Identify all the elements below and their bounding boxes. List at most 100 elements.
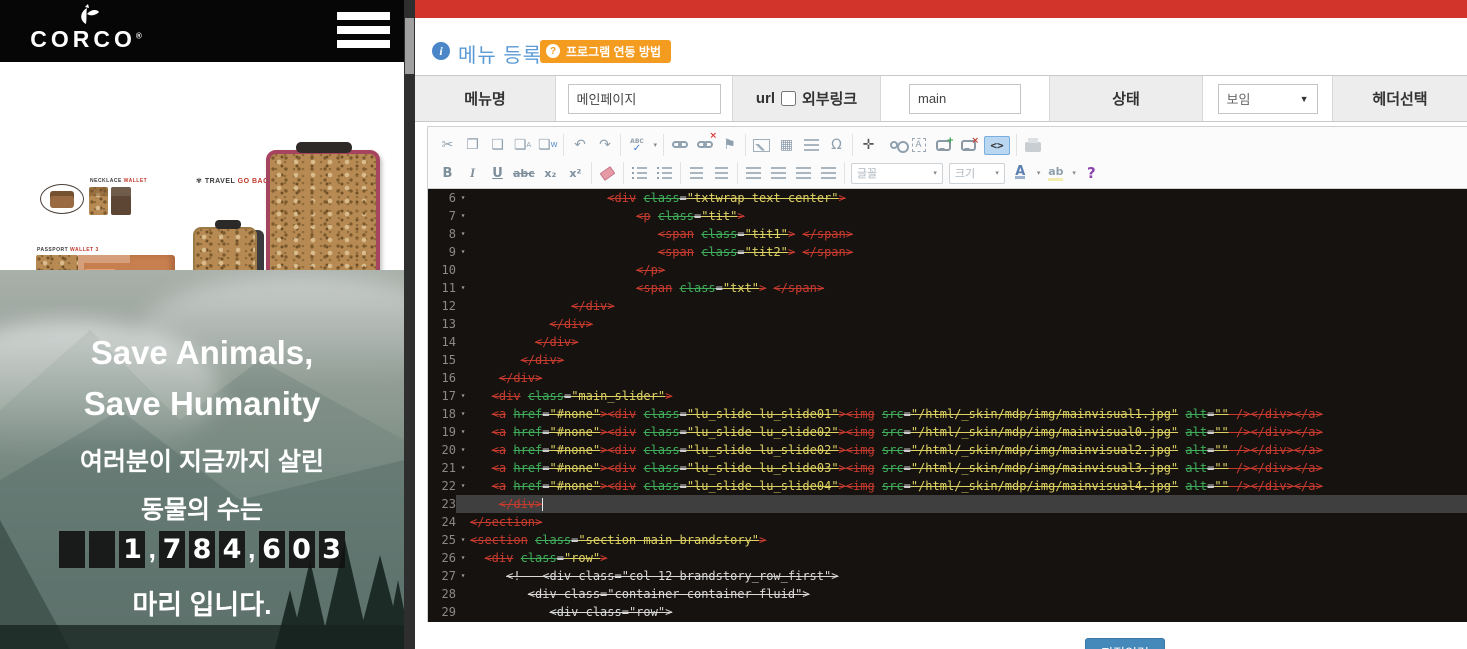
status-select[interactable]: 보임 ▼ [1218, 84, 1318, 114]
code-line-9[interactable]: 9▾ <span class="tit2"> </span> [428, 243, 1467, 261]
code-line-25[interactable]: 25▾<section class="section-main-brandsto… [428, 531, 1467, 549]
code-line-6[interactable]: 6▾ <div class="txtwrap text-center"> [428, 189, 1467, 207]
font-family-dropdown[interactable]: 글꼴▾ [851, 163, 943, 184]
code-fold-icon[interactable]: ▾ [456, 279, 470, 297]
code-line-23[interactable]: 23 </div> [428, 495, 1467, 513]
select-all-icon[interactable]: A [909, 136, 928, 155]
code-line-22[interactable]: 22▾ <a href="#none"><div class="lu_slide… [428, 477, 1467, 495]
special-char-icon[interactable]: Ω [827, 136, 846, 155]
redo-icon[interactable]: ↷ [595, 136, 614, 155]
link-icon[interactable] [670, 136, 689, 155]
code-line-26[interactable]: 26▾ <div class="row"> [428, 549, 1467, 567]
code-line-7[interactable]: 7▾ <p class="tit"> [428, 207, 1467, 225]
code-line-11[interactable]: 11▾ <span class="txt"> </span> [428, 279, 1467, 297]
spellcheck-icon[interactable]: ABC ✓ [627, 136, 646, 155]
code-fold-spacer [456, 495, 470, 513]
info-icon: i [432, 42, 450, 60]
add-comment-icon[interactable]: + [934, 136, 953, 155]
code-line-28[interactable]: 28 <div class="container container-fluid… [428, 585, 1467, 603]
menu-name-input[interactable] [568, 84, 721, 114]
maximize-icon[interactable]: ✛ [859, 136, 878, 155]
strikethrough-icon[interactable]: abc [513, 164, 535, 183]
code-fold-icon[interactable]: ▾ [456, 225, 470, 243]
print-icon[interactable] [1023, 136, 1042, 155]
source-code-area[interactable]: 6▾ <div class="txtwrap text-center">7▾ <… [428, 189, 1467, 622]
external-link-checkbox[interactable] [781, 91, 796, 106]
code-line-29[interactable]: 29 <div class="row"> [428, 603, 1467, 621]
subscript-icon[interactable]: x₂ [541, 164, 560, 183]
code-fold-icon[interactable]: ▾ [456, 189, 470, 207]
numbered-list-icon[interactable] [630, 164, 649, 183]
text-color-icon[interactable]: A [1011, 164, 1030, 183]
code-line-15[interactable]: 15 </div> [428, 351, 1467, 369]
code-line-18[interactable]: 18▾ <a href="#none"><div class="lu_slide… [428, 405, 1467, 423]
copy-icon[interactable]: ❐ [463, 136, 482, 155]
paste-icon[interactable]: ❏ [488, 136, 507, 155]
unlink-icon[interactable]: × [695, 136, 714, 155]
remove-comment-icon[interactable]: × [959, 136, 978, 155]
code-fold-icon[interactable]: ▾ [456, 405, 470, 423]
italic-icon[interactable]: I [463, 164, 482, 183]
align-right-icon[interactable] [794, 164, 813, 183]
table-icon[interactable]: ▦ [777, 136, 796, 155]
preview-scrollbar[interactable] [404, 0, 415, 649]
code-fold-icon[interactable]: ▾ [456, 459, 470, 477]
code-fold-icon[interactable]: ▾ [456, 477, 470, 495]
product-carousel-slide[interactable]: NECKLACE WALLET ✾ TRAVEL GO BAG PASSPORT… [0, 62, 404, 270]
find-replace-icon[interactable] [884, 136, 903, 155]
code-fold-icon[interactable]: ▾ [456, 567, 470, 585]
underline-icon[interactable]: U [488, 164, 507, 183]
spellcheck-caret-icon[interactable]: ▾ [653, 141, 657, 149]
code-text: <div class="row"> [470, 549, 1467, 567]
highlight-caret-icon[interactable]: ▾ [1072, 169, 1076, 177]
code-fold-icon[interactable]: ▾ [456, 243, 470, 261]
anchor-flag-icon[interactable]: ⚑ [720, 136, 739, 155]
bold-icon[interactable]: B [438, 164, 457, 183]
cut-icon[interactable]: ✂ [438, 136, 457, 155]
scrollbar-thumb[interactable] [405, 18, 414, 74]
code-line-17[interactable]: 17▾ <div class="main_slider"> [428, 387, 1467, 405]
code-fold-icon[interactable]: ▾ [456, 423, 470, 441]
code-line-21[interactable]: 21▾ <a href="#none"><div class="lu_slide… [428, 459, 1467, 477]
align-justify-icon[interactable] [819, 164, 838, 183]
code-fold-icon[interactable]: ▾ [456, 441, 470, 459]
code-line-10[interactable]: 10 </p> [428, 261, 1467, 279]
code-line-14[interactable]: 14 </div> [428, 333, 1467, 351]
paste-word-icon[interactable]: ❏W [538, 136, 557, 155]
image-icon[interactable] [752, 136, 771, 155]
indent-icon[interactable] [712, 164, 731, 183]
about-help-icon[interactable]: ? [1082, 164, 1101, 183]
code-line-8[interactable]: 8▾ <span class="tit1"> </span> [428, 225, 1467, 243]
url-input[interactable] [909, 84, 1021, 114]
code-fold-icon[interactable]: ▾ [456, 207, 470, 225]
source-button[interactable]: <> [984, 136, 1010, 155]
code-fold-icon[interactable]: ▾ [456, 531, 470, 549]
font-size-dropdown[interactable]: 크기▾ [949, 163, 1005, 184]
program-link-help-button[interactable]: ? 프로그램 연동 방법 [540, 40, 671, 63]
undo-icon[interactable]: ↶ [570, 136, 589, 155]
code-line-30[interactable]: 30 <div class="col-12 col-xl-7 brandstor… [428, 621, 1467, 622]
code-text: <div class="txtwrap text-center"> [470, 189, 1467, 207]
code-fold-icon[interactable]: ▾ [456, 549, 470, 567]
code-line-27[interactable]: 27▾ <!-- <div class="col-12 brandstory_r… [428, 567, 1467, 585]
direct-input-button[interactable]: 직접입력 [1085, 638, 1165, 649]
brand-logo[interactable]: CORCO® [26, 4, 146, 58]
highlight-color-icon[interactable]: ab [1046, 164, 1065, 183]
code-line-20[interactable]: 20▾ <a href="#none"><div class="lu_slide… [428, 441, 1467, 459]
superscript-icon[interactable]: x² [566, 164, 585, 183]
code-line-19[interactable]: 19▾ <a href="#none"><div class="lu_slide… [428, 423, 1467, 441]
bullet-list-icon[interactable] [655, 164, 674, 183]
code-fold-icon[interactable]: ▾ [456, 387, 470, 405]
paste-text-icon[interactable]: ❏A [513, 136, 532, 155]
hamburger-menu-icon[interactable] [337, 12, 390, 50]
horizontal-line-icon[interactable] [802, 136, 821, 155]
remove-format-icon[interactable] [598, 164, 617, 183]
code-line-12[interactable]: 12 </div> [428, 297, 1467, 315]
align-center-icon[interactable] [769, 164, 788, 183]
outdent-icon[interactable] [687, 164, 706, 183]
align-left-icon[interactable] [744, 164, 763, 183]
code-line-24[interactable]: 24</section> [428, 513, 1467, 531]
code-line-16[interactable]: 16 </div> [428, 369, 1467, 387]
text-color-caret-icon[interactable]: ▾ [1037, 169, 1041, 177]
code-line-13[interactable]: 13 </div> [428, 315, 1467, 333]
